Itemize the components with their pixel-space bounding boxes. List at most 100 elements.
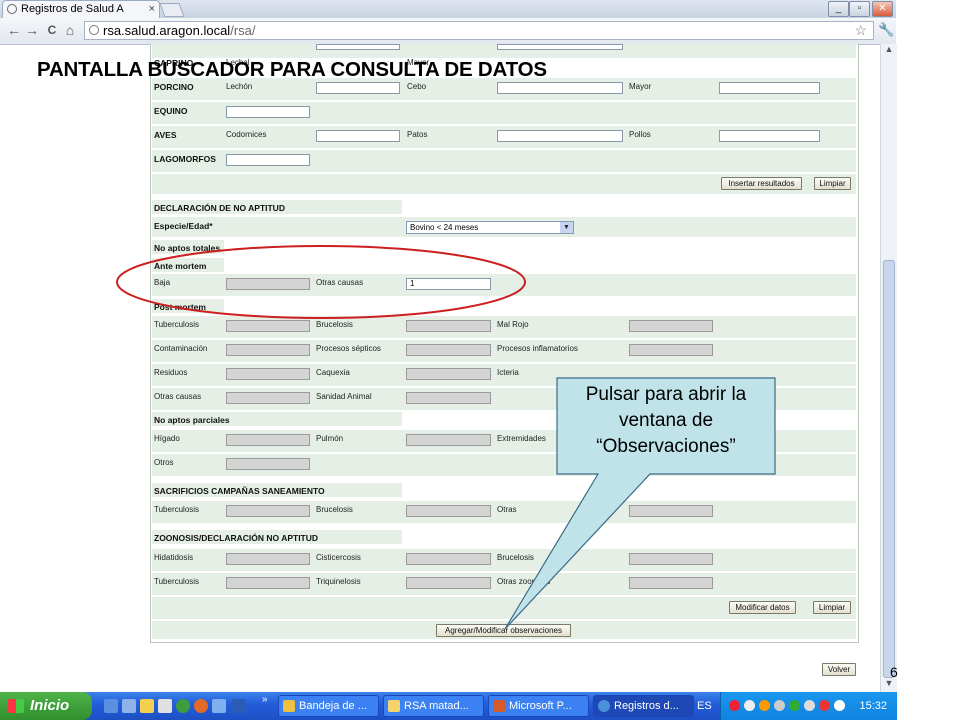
url-host: rsa.salud.aragon.local xyxy=(103,23,231,38)
bookmark-star-icon[interactable]: ☆ xyxy=(854,22,867,39)
close-tab-icon[interactable]: × xyxy=(149,1,155,17)
otras-causas-2-input xyxy=(226,392,310,404)
scrollbar-thumb[interactable] xyxy=(883,260,895,678)
close-window-button[interactable]: ✕ xyxy=(872,1,893,17)
back-button[interactable]: ← xyxy=(6,21,22,39)
contaminacion-input xyxy=(226,344,310,356)
aves-pollos-label: Pollos xyxy=(629,130,651,139)
porcino-mayor-input[interactable] xyxy=(719,82,820,94)
explorer-icon[interactable] xyxy=(158,699,172,713)
caprino-input-1[interactable] xyxy=(316,44,400,50)
forward-button[interactable]: → xyxy=(24,21,40,39)
aves-pollos-input[interactable] xyxy=(719,130,820,142)
scroll-up-arrow-icon[interactable]: ▲ xyxy=(881,44,897,58)
browser-tab[interactable]: Registros de Salud A × xyxy=(2,0,160,18)
porcino-mayor-label: Mayor xyxy=(629,82,652,91)
aves-codornices-label: Codornices xyxy=(226,130,267,139)
network-icon[interactable] xyxy=(804,700,815,711)
new-tab-button[interactable] xyxy=(159,3,185,17)
species-selected-value: Bovino < 24 meses xyxy=(410,223,479,232)
scroll-down-arrow-icon[interactable]: ▼ xyxy=(881,678,897,692)
volume-icon[interactable] xyxy=(774,700,785,711)
sacrificios-otras-label: Otras xyxy=(497,505,517,514)
porcino-lechon-input[interactable] xyxy=(316,82,400,94)
ie-icon[interactable] xyxy=(104,699,118,713)
insert-results-button[interactable]: Insertar resultados xyxy=(721,177,802,190)
aves-codornices-input[interactable] xyxy=(316,130,400,142)
pulmon-label: Pulmón xyxy=(316,434,344,443)
taskbar-item-powerpoint[interactable]: Microsoft P... xyxy=(488,695,589,717)
no-aptitud-header: DECLARACIÓN DE NO APTITUD xyxy=(154,203,285,213)
start-button[interactable]: Inicio xyxy=(0,692,92,720)
tray-icon[interactable] xyxy=(744,700,755,711)
address-bar[interactable]: rsa.salud.aragon.local/rsa/ ☆ xyxy=(84,21,874,40)
residuos-label: Residuos xyxy=(154,368,188,377)
lagomorfos-input[interactable] xyxy=(226,154,310,166)
chevron-down-icon[interactable]: ▼ xyxy=(560,222,573,233)
wrench-icon[interactable]: 🔧 xyxy=(878,22,894,38)
porcino-cebo-label: Cebo xyxy=(407,82,427,91)
tray-icon[interactable] xyxy=(834,700,845,711)
security-icon[interactable] xyxy=(819,700,830,711)
more-quicklaunch-icon[interactable]: » xyxy=(262,694,268,705)
ante-mortem-label: Ante mortem xyxy=(154,261,207,271)
site-info-icon[interactable] xyxy=(89,25,99,35)
add-modify-observations-button[interactable]: Agregar/Modificar observaciones xyxy=(436,624,571,637)
maximize-button[interactable]: ▫ xyxy=(849,1,870,17)
word-icon[interactable] xyxy=(232,699,246,713)
species-select[interactable]: Bovino < 24 meses ▼ xyxy=(406,221,574,234)
taskbar-item-rsa[interactable]: RSA matad... xyxy=(383,695,484,717)
zoonosis-tuberculosis-label: Tuberculosis xyxy=(154,577,200,586)
slide-title: PANTALLA BUSCADOR PARA CONSULTA DE DATOS xyxy=(37,58,547,81)
brucelosis-label: Brucelosis xyxy=(316,320,353,329)
home-button[interactable]: ⌂ xyxy=(62,21,78,39)
otras-causas-input[interactable]: 1 xyxy=(406,278,491,290)
otras-causas-label: Otras causas xyxy=(316,278,364,287)
minimize-button[interactable]: _ xyxy=(828,1,849,17)
clear-button[interactable]: Limpiar xyxy=(814,177,851,190)
cisticercosis-input xyxy=(406,553,491,565)
otros-input xyxy=(226,458,310,470)
zoonosis-header: ZOONOSIS/DECLARACIÓN NO APTITUD xyxy=(154,533,319,543)
porcino-lechon-label: Lechón xyxy=(226,82,253,91)
clear-button-2[interactable]: Limpiar xyxy=(813,601,851,614)
cisticercosis-label: Cisticercosis xyxy=(316,553,361,562)
brucelosis-input xyxy=(406,320,491,332)
taskbar-item-bandeja[interactable]: Bandeja de ... xyxy=(278,695,379,717)
clock[interactable]: 15:32 xyxy=(859,692,887,720)
extremidades-label: Extremidades xyxy=(497,434,546,443)
otras-zoonosis-input xyxy=(629,577,713,589)
tuberculosis-input xyxy=(226,320,310,332)
aves-patos-input[interactable] xyxy=(497,130,623,142)
mal-rojo-label: Mal Rojo xyxy=(497,320,529,329)
sanidad-animal-label: Sanidad Animal xyxy=(316,392,372,401)
start-label: Inicio xyxy=(30,697,70,714)
callout-text: Pulsar para abrir la ventana de “Observa… xyxy=(585,384,747,457)
chrome-icon[interactable] xyxy=(176,699,190,713)
sacrificios-otras-input xyxy=(629,505,713,517)
porcino-cebo-input[interactable] xyxy=(497,82,623,94)
language-indicator[interactable]: ES xyxy=(697,692,712,720)
taskbar-item-label: Microsoft P... xyxy=(509,700,572,712)
taskbar-item-registros[interactable]: Registros d... xyxy=(593,695,694,717)
tray-icon[interactable] xyxy=(759,700,770,711)
caprino-input-2[interactable] xyxy=(497,44,623,50)
firefox-icon[interactable] xyxy=(194,699,208,713)
vertical-scrollbar[interactable]: ▲ ▼ xyxy=(880,44,897,692)
desktop-icon[interactable] xyxy=(122,699,136,713)
ie-quick-icon[interactable] xyxy=(212,699,226,713)
porcino-label: PORCINO xyxy=(154,82,194,92)
tray-icon[interactable] xyxy=(729,700,740,711)
modify-data-button[interactable]: Modificar datos xyxy=(729,601,796,614)
reload-button[interactable]: C xyxy=(44,21,60,39)
folder-icon[interactable] xyxy=(140,699,154,713)
tray-icon[interactable] xyxy=(789,700,800,711)
powerpoint-icon xyxy=(493,700,505,712)
equino-input[interactable] xyxy=(226,106,310,118)
zoonosis-brucelosis-label: Brucelosis xyxy=(497,553,534,562)
back-button-volver[interactable]: Volver xyxy=(822,663,856,676)
baja-label: Baja xyxy=(154,278,171,287)
slide-page-number: 6 xyxy=(890,664,898,680)
triquinelosis-label: Triquinelosis xyxy=(316,577,361,586)
baja-input xyxy=(226,278,310,290)
